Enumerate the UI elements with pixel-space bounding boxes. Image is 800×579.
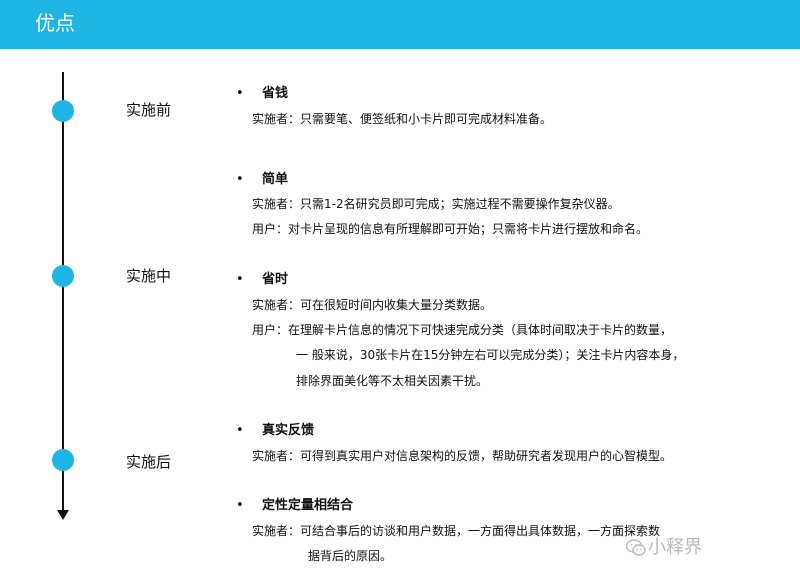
stage-label-after: 实施后 <box>126 453 172 471</box>
item-line: 排除界面美化等不太相关因素干扰。 <box>296 374 489 388</box>
item-title-real-feedback: 真实反馈 <box>262 423 315 438</box>
item-line: 据背后的原因。 <box>308 549 393 563</box>
header-bar: 优点 <box>0 0 800 49</box>
item-line: 实施者：可结合事后的访谈和用户数据，一方面得出具体数据，一方面探索数 <box>252 524 661 538</box>
timeline-dot-during <box>52 265 74 287</box>
item-line: 用户：在理解卡片信息的情况下可快速完成分类（具体时间取决于卡片的数量， <box>252 323 673 337</box>
timeline-dot-before <box>52 100 74 122</box>
item-title-qual-quant: 定性定量相结合 <box>262 498 354 513</box>
stage-label-during: 实施中 <box>126 267 172 285</box>
bullet-icon: • <box>236 172 244 187</box>
item-line: 实施者：可得到真实用户对信息架构的反馈，帮助研究者发现用户的心智模型。 <box>252 449 673 463</box>
bullet-icon: • <box>236 423 244 438</box>
item-title-save-time: 省时 <box>262 272 289 287</box>
timeline-arrow-icon <box>57 510 69 520</box>
timeline-dot-after <box>52 449 74 471</box>
page-title: 优点 <box>35 11 75 35</box>
item-title-simple: 简单 <box>262 172 289 187</box>
item-title-save-money: 省钱 <box>262 86 289 101</box>
item-line: 实施者：只需要笔、便签纸和小卡片即可完成材料准备。 <box>252 112 553 126</box>
bullet-icon: • <box>236 86 244 101</box>
stage-label-before: 实施前 <box>126 101 172 119</box>
bullet-icon: • <box>236 272 244 287</box>
item-line: 实施者：只需1-2名研究员即可完成；实施过程不需要操作复杂仪器。 <box>252 197 620 211</box>
item-line: 用户：对卡片呈现的信息有所理解即可开始；只需将卡片进行摆放和命名。 <box>252 222 649 236</box>
item-line: 实施者：可在很短时间内收集大量分类数据。 <box>252 298 493 312</box>
wechat-icon <box>626 539 646 556</box>
bullet-icon: • <box>236 498 244 513</box>
item-line: 一 般来说，30张卡片在15分钟左右可以完成分类）；关注卡片内容本身， <box>296 348 685 362</box>
timeline-line <box>62 72 64 512</box>
watermark-text: 小释界 <box>648 537 702 558</box>
